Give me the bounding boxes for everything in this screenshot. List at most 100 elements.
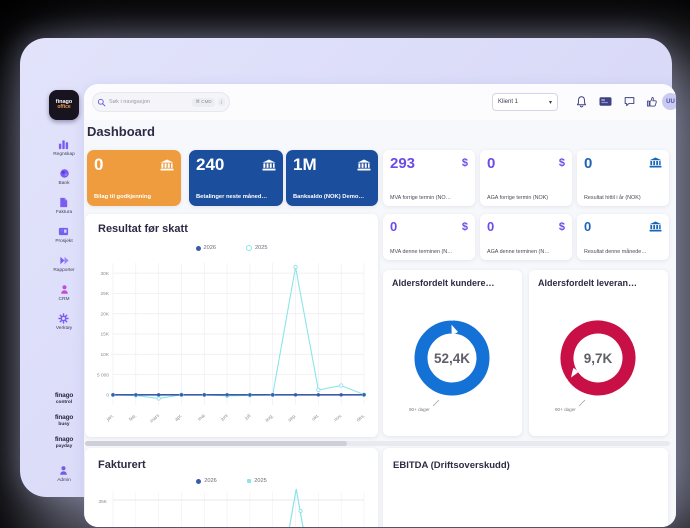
product-sub: busy — [58, 422, 69, 427]
sidebar: finago office Regnskap Bank F — [44, 90, 84, 528]
product-name: finago — [55, 393, 73, 400]
bank-icon — [649, 157, 662, 168]
chart-title: Fakturert — [98, 459, 146, 471]
sidebar-item-label: CRM — [59, 297, 70, 302]
double-play-icon — [59, 255, 70, 266]
kpi-aga-denne-card[interactable]: 0 $ AGA denne terminen (N… — [480, 214, 572, 260]
search-placeholder: Søk i navigasjon — [109, 99, 189, 105]
scrollbar-thumb[interactable] — [85, 441, 347, 446]
shortcut-cmd-badge: ⌘ CMD — [192, 98, 214, 107]
product-name: finago — [55, 415, 73, 422]
card-icon[interactable] — [599, 95, 612, 108]
page-title: Dashboard — [87, 124, 155, 139]
legend-dot-icon — [196, 246, 201, 251]
chart-title: Resultat før skatt — [98, 223, 188, 235]
kunder-donut-chart: 52,4K 90+ dager — [383, 292, 522, 432]
kpi-bilag-card[interactable]: 0 Bilag til godkjenning — [87, 150, 181, 206]
chart-legend: 2026 2025 — [85, 478, 378, 484]
sidebar-item-bank[interactable]: Bank — [59, 168, 70, 186]
sidebar-product-finago-control[interactable]: finago control — [55, 393, 73, 405]
svg-text:jan.: jan. — [105, 413, 116, 423]
sidebar-item-verktoy[interactable]: Verktøy — [56, 313, 72, 331]
avatar[interactable]: UU — [662, 93, 676, 110]
resultat-chart-panel: Resultat før skatt 2026 2025 jan.feb.mar… — [85, 214, 378, 437]
kpi-label: Betalinger neste måned… — [196, 194, 267, 200]
kpi-mva-forrige-card[interactable]: 293 $ MVA forrige termin (NO… — [383, 150, 475, 206]
legend-label: 2025 — [254, 478, 266, 484]
svg-text:90+ dager: 90+ dager — [555, 407, 576, 412]
board-icon — [58, 226, 69, 237]
kpi-betalinger-card[interactable]: 240 Betalinger neste måned… — [189, 150, 283, 206]
legend-2026[interactable]: 2026 — [196, 245, 216, 251]
kpi-value: 293 — [390, 155, 468, 172]
svg-text:20K: 20K — [100, 311, 109, 317]
chat-icon[interactable] — [623, 95, 636, 108]
legend-label: 2026 — [204, 478, 216, 484]
chart-title: EBITDA (Driftsoverskudd) — [393, 460, 510, 471]
kpi-label: MVA forrige termin (NO… — [390, 195, 451, 201]
kpi-value: 0 — [487, 155, 565, 172]
thumbs-up-icon[interactable] — [645, 95, 658, 108]
document-icon — [58, 197, 69, 208]
bank-icon — [262, 159, 276, 171]
svg-text:9,7K: 9,7K — [584, 351, 613, 366]
svg-text:mai: mai — [197, 413, 207, 423]
sidebar-product-finago-busy[interactable]: finago busy — [55, 415, 73, 427]
svg-text:0: 0 — [106, 393, 109, 399]
kpi-value: 0 — [390, 219, 468, 234]
legend-label: 2025 — [255, 245, 267, 251]
svg-text:sep.: sep. — [288, 414, 298, 424]
dollar-icon: $ — [559, 221, 565, 233]
kpi-resultat-hittil-card[interactable]: 0 Resultat hittil i år (NOK) — [577, 150, 669, 206]
svg-text:mars: mars — [149, 413, 161, 425]
bar-chart-icon — [58, 139, 69, 150]
search-input[interactable]: Søk i navigasjon ⌘ CMD / — [92, 92, 230, 112]
app-window: finago office Regnskap Bank F — [20, 38, 672, 497]
bank-icon — [357, 159, 371, 171]
coin-icon — [59, 168, 70, 179]
svg-text:okt.: okt. — [311, 413, 321, 423]
sidebar-item-admin[interactable]: Admin — [57, 465, 71, 483]
sidebar-product-finago-payday[interactable]: finago payday — [55, 437, 73, 449]
svg-text:25K: 25K — [100, 291, 109, 297]
chevron-down-icon: ▾ — [549, 99, 552, 106]
bank-icon — [160, 159, 174, 171]
dollar-icon: $ — [559, 157, 565, 169]
horizontal-scrollbar[interactable] — [85, 441, 670, 446]
kpi-banksaldo-card[interactable]: 1M Banksaldo (NOK) Demo… — [286, 150, 378, 206]
sidebar-item-rapporter[interactable]: Rapporter — [53, 255, 74, 273]
sidebar-item-label: Admin — [57, 478, 71, 483]
sidebar-item-faktura[interactable]: Faktura — [56, 197, 72, 215]
gear-icon — [58, 313, 69, 324]
sidebar-item-label: Prosjekt — [55, 239, 72, 244]
logo-subtext: office — [57, 105, 70, 111]
kpi-label: MVA denne terminen (N… — [390, 249, 453, 255]
legend-2025[interactable]: 2025 — [247, 478, 267, 484]
product-sub: payday — [56, 444, 73, 449]
aldersfordelt-leverandor-card[interactable]: Aldersfordelt leveran… 9,7K 90+ dager — [529, 270, 668, 436]
kpi-mva-denne-card[interactable]: 0 $ MVA denne terminen (N… — [383, 214, 475, 260]
svg-text:10K: 10K — [100, 352, 109, 358]
kpi-aga-forrige-card[interactable]: 0 $ AGA forrige termin (NOK) — [480, 150, 572, 206]
sidebar-item-regnskap[interactable]: Regnskap — [53, 139, 75, 157]
donut-title: Aldersfordelt kundere… — [392, 278, 495, 288]
sidebar-item-label: Regnskap — [53, 152, 75, 157]
kpi-resultat-maned-card[interactable]: 0 Resultat denne månede… — [577, 214, 669, 260]
legend-label: 2026 — [204, 245, 216, 251]
legend-2026[interactable]: 2026 — [196, 478, 216, 484]
dollar-icon: $ — [462, 157, 468, 169]
legend-dot-icon — [196, 479, 201, 484]
finago-office-logo[interactable]: finago office — [49, 90, 79, 120]
svg-text:des.: des. — [355, 413, 366, 423]
sidebar-item-crm[interactable]: CRM — [59, 284, 70, 302]
sidebar-item-label: Verktøy — [56, 326, 72, 331]
product-name: finago — [55, 437, 73, 444]
aldersfordelt-kunder-card[interactable]: Aldersfordelt kundere… 52,4K 90+ dager — [383, 270, 522, 436]
svg-text:nov.: nov. — [334, 414, 344, 423]
svg-text:5 000: 5 000 — [97, 372, 109, 378]
bell-icon[interactable] — [575, 95, 588, 108]
legend-2025[interactable]: 2025 — [246, 245, 267, 251]
client-selector[interactable]: Klient 1 ▾ — [492, 93, 558, 111]
donut-title: Aldersfordelt leveran… — [538, 278, 637, 288]
sidebar-item-prosjekt[interactable]: Prosjekt — [55, 226, 72, 244]
